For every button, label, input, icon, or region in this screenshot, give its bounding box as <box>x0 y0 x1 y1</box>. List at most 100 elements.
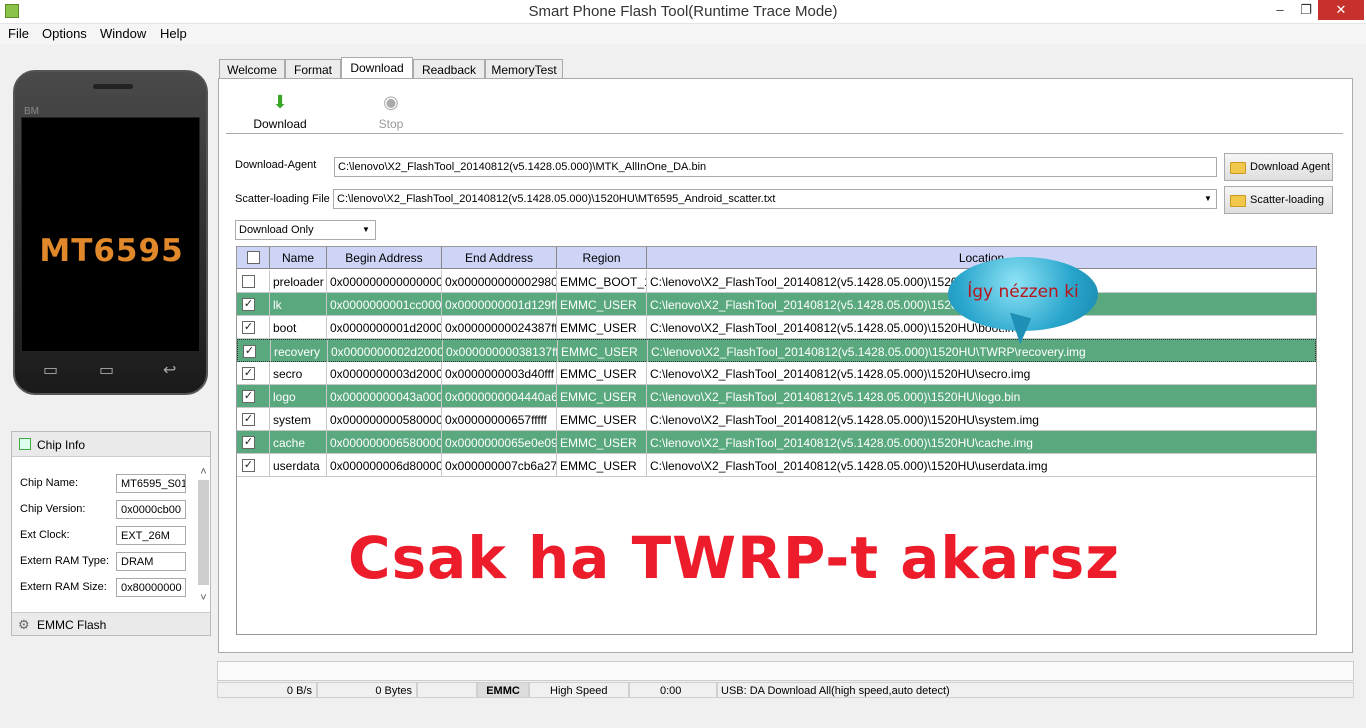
status-bytes: 0 Bytes <box>317 682 417 698</box>
scrollbar-thumb[interactable] <box>198 480 209 585</box>
chevron-down-icon[interactable]: ▼ <box>362 225 370 234</box>
download-mode-value: Download Only <box>239 224 314 236</box>
overlay-annotation: Csak ha TWRP-t akarsz <box>348 524 1121 592</box>
header-region[interactable]: Region <box>557 247 647 269</box>
cell-name: lk <box>270 293 327 315</box>
download-arrow-icon: ⬇ <box>272 92 288 112</box>
ram-size-value[interactable]: 0x80000000 <box>116 578 186 597</box>
minimize-button[interactable]: – <box>1266 0 1294 20</box>
table-row[interactable]: ✓ lk 0x0000000001cc0000 0x0000000001d129fb E… <box>237 293 1316 316</box>
close-button[interactable]: ✕ <box>1318 0 1364 20</box>
menu-options[interactable]: Options <box>42 26 87 41</box>
tab-format[interactable]: Format <box>285 59 341 79</box>
status-bar: 0 B/s 0 Bytes EMMC High Speed 0:00 USB: … <box>217 682 1354 698</box>
cell-region: EMMC_USER <box>557 293 647 315</box>
row-checkbox[interactable]: ✓ <box>243 345 256 358</box>
table-row[interactable]: ✓ cache 0x0000000065800000 0x0000000065e0e0… <box>237 431 1316 454</box>
cell-end: 0x00000000038137ff <box>443 340 558 362</box>
tab-readback[interactable]: Readback <box>413 59 485 79</box>
table-row[interactable]: ✓ secro 0x0000000003d20000 0x0000000003d40f… <box>237 362 1316 385</box>
cell-location: C:\lenovo\X2_FlashTool_20140812(v5.1428.… <box>651 345 1086 359</box>
maximize-button[interactable]: ❐ <box>1292 0 1320 20</box>
callout-text: Így nézzen ki <box>967 282 1079 302</box>
cell-begin: 0x0000000005800000 <box>327 408 442 430</box>
select-all-header[interactable] <box>237 247 270 269</box>
row-checkbox-cell: ✓ <box>237 431 270 453</box>
row-checkbox-cell: ✓ <box>237 454 270 476</box>
scatter-file-value: C:\lenovo\X2_FlashTool_20140812(v5.1428.… <box>337 193 776 205</box>
cell-region: EMMC_USER <box>557 385 647 407</box>
tab-download[interactable]: Download <box>341 57 413 80</box>
row-checkbox[interactable]: ✓ <box>242 298 255 311</box>
download-agent-button-label: Download Agent <box>1250 161 1331 173</box>
menu-file[interactable]: File <box>8 26 29 41</box>
chip-info-scrollbar[interactable]: ˄ ˅ <box>197 466 210 606</box>
cell-name: system <box>270 408 327 430</box>
cell-end: 0x0000000001d129fb <box>442 293 557 315</box>
row-checkbox[interactable]: ✓ <box>242 436 255 449</box>
ram-type-label: Extern RAM Type: <box>20 555 110 567</box>
row-checkbox[interactable]: ✓ <box>242 367 255 380</box>
download-agent-button[interactable]: Download Agent <box>1224 153 1333 181</box>
scatter-loading-button[interactable]: Scatter-loading <box>1224 186 1333 214</box>
tab-memorytest[interactable]: MemoryTest <box>485 59 563 79</box>
table-row[interactable]: ✓ recovery 0x0000000002d20000 0x00000000038… <box>237 339 1316 362</box>
select-all-checkbox[interactable] <box>247 251 260 264</box>
row-checkbox-cell: ✓ <box>238 340 271 362</box>
menu-window[interactable]: Window <box>100 26 146 41</box>
chevron-down-icon[interactable]: ▼ <box>1204 194 1212 203</box>
download-button[interactable]: ⬇ Download <box>250 86 310 132</box>
header-end-address[interactable]: End Address <box>442 247 557 269</box>
download-agent-field[interactable]: C:\lenovo\X2_FlashTool_20140812(v5.1428.… <box>334 157 1217 177</box>
emmc-flash-header[interactable]: ⚙ EMMC Flash <box>12 612 210 635</box>
status-time: 0:00 <box>629 682 717 698</box>
chip-version-value[interactable]: 0x0000cb00 <box>116 500 186 519</box>
scatter-file-select[interactable]: C:\lenovo\X2_FlashTool_20140812(v5.1428.… <box>333 189 1217 209</box>
row-checkbox[interactable] <box>242 275 255 288</box>
cell-region: EMMC_USER <box>557 431 647 453</box>
chip-info-title: Chip Info <box>37 438 86 452</box>
ext-clock-value[interactable]: EXT_26M <box>116 526 186 545</box>
gear-icon: ⚙ <box>18 617 30 632</box>
table-row[interactable]: ✓ boot 0x0000000001d20000 0x00000000024387f… <box>237 316 1316 339</box>
cell-end: 0x000000007cb6a273 <box>442 454 557 476</box>
row-checkbox[interactable]: ✓ <box>242 459 255 472</box>
cell-end: 0x0000000003d40fff <box>442 362 557 384</box>
table-row[interactable]: ✓ logo 0x00000000043a0000 0x0000000004440a6… <box>237 385 1316 408</box>
cell-begin: 0x00000000043a0000 <box>327 385 442 407</box>
row-checkbox[interactable]: ✓ <box>242 321 255 334</box>
table-row[interactable]: ✓ userdata 0x000000006d800000 0x000000007cb… <box>237 454 1316 477</box>
row-checkbox[interactable]: ✓ <box>242 413 255 426</box>
header-name[interactable]: Name <box>270 247 327 269</box>
ram-type-value[interactable]: DRAM <box>116 552 186 571</box>
table-row[interactable]: ✓ system 0x0000000005800000 0x00000000657ff… <box>237 408 1316 431</box>
chip-info-row: Chip Name: MT6595_S01 <box>20 474 195 494</box>
download-agent-label: Download-Agent <box>235 159 317 171</box>
cell-begin: 0x0000000001cc0000 <box>327 293 442 315</box>
stop-button[interactable]: ◉ Stop <box>361 86 421 132</box>
cell-name: recovery <box>271 340 328 362</box>
cell-begin: 0x000000006d800000 <box>327 454 442 476</box>
phone-screen: MT6595 <box>21 117 200 352</box>
header-begin-address[interactable]: Begin Address <box>327 247 442 269</box>
chip-name-value[interactable]: MT6595_S01 <box>116 474 186 493</box>
progress-bar <box>217 661 1354 681</box>
table-row[interactable]: preloader 0x0000000000000000 0x00000000000… <box>237 270 1316 293</box>
tab-welcome[interactable]: Welcome <box>219 59 285 79</box>
row-checkbox[interactable]: ✓ <box>242 390 255 403</box>
download-mode-select[interactable]: Download Only ▼ <box>235 220 376 240</box>
row-checkbox-cell: ✓ <box>237 293 270 315</box>
menu-help[interactable]: Help <box>160 26 187 41</box>
phone-brand: BM <box>24 106 39 117</box>
menu-icon: ▭ <box>43 362 59 379</box>
chip-info-header[interactable]: Chip Info <box>12 432 210 457</box>
chevron-down-icon[interactable]: ˅ <box>197 592 210 604</box>
chevron-up-icon[interactable]: ˄ <box>197 466 210 478</box>
phone-speaker <box>93 84 133 89</box>
cell-begin: 0x0000000001d20000 <box>327 316 442 338</box>
status-mode: High Speed <box>529 682 629 698</box>
cell-end: 0x00000000024387ff <box>442 316 557 338</box>
cell-name: secro <box>270 362 327 384</box>
home-icon: ▭ <box>99 362 115 379</box>
cell-location: C:\lenovo\X2_FlashTool_20140812(v5.1428.… <box>650 367 1031 381</box>
